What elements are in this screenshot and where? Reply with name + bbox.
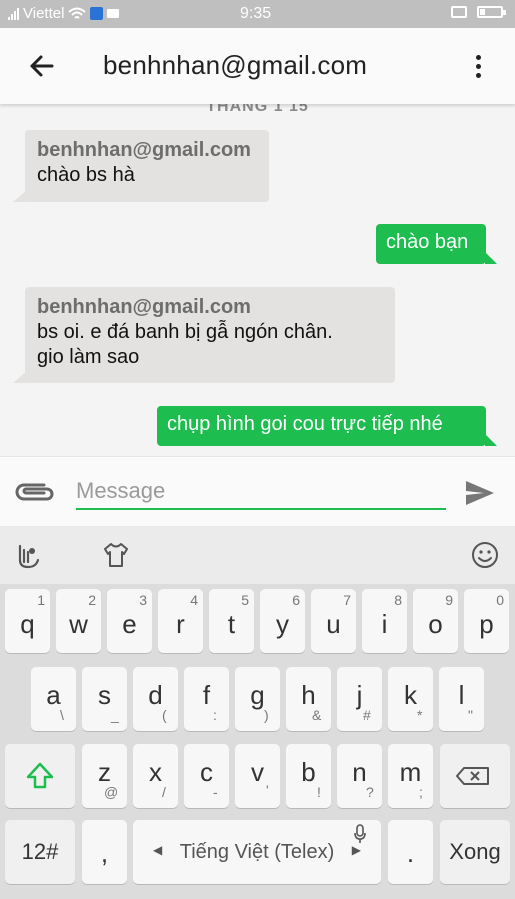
key-x[interactable]: x / <box>133 744 178 808</box>
bubble-tail <box>485 252 497 264</box>
key-v[interactable]: v ' <box>235 744 280 808</box>
shift-arrow-icon <box>26 762 54 789</box>
keyboard-toolbar <box>0 526 515 584</box>
key-b[interactable]: b! <box>286 744 331 808</box>
gesture-icon[interactable] <box>14 540 44 570</box>
chevron-right-icon: ▶ <box>351 843 361 857</box>
date-divider: THÁNG 1 15 <box>206 104 309 115</box>
carrier-name: Viettel <box>23 5 65 22</box>
key-j[interactable]: j # <box>337 667 382 731</box>
wifi-icon <box>68 7 87 19</box>
key-w[interactable]: 2w <box>56 589 101 653</box>
cast-icon <box>451 6 467 18</box>
key-h[interactable]: h & <box>286 667 331 731</box>
microphone-icon <box>354 824 366 843</box>
more-vert-icon[interactable] <box>468 50 488 82</box>
conversation-title: benhnhan@gmail.com <box>103 50 368 80</box>
message-text: gio làm sao <box>37 346 140 368</box>
period-key[interactable]: . <box>388 820 433 884</box>
backspace-icon <box>456 767 489 785</box>
key-a[interactable]: a \ <box>31 667 76 731</box>
numbers-key[interactable]: 12# <box>5 820 75 884</box>
outgoing-message[interactable]: chào bạn <box>376 224 486 264</box>
compose-bar <box>0 456 515 526</box>
keyboard: 1q 2w 3e 4r 5t 6y 7u 8i 9o 0p a \ s _ d( f… <box>0 526 515 899</box>
done-key[interactable]: Xong <box>440 820 510 884</box>
message-text: chụp hình goi cou trực tiếp nhé <box>167 413 443 435</box>
key-m[interactable]: m; <box>388 744 433 808</box>
battery-icon <box>477 6 506 18</box>
space-key[interactable]: ◀ Tiếng Việt (Telex) ▶ <box>133 820 381 884</box>
messenger-notification-icon <box>90 7 104 20</box>
arrow-left-icon[interactable] <box>26 50 58 82</box>
message-text: chào bs hà <box>37 164 135 186</box>
incoming-message[interactable]: benhnhan@gmail.com bs oi. e đá banh bị g… <box>25 287 395 383</box>
key-g[interactable]: g) <box>235 667 280 731</box>
key-f[interactable]: f: <box>184 667 229 731</box>
status-right <box>451 6 506 18</box>
send-icon[interactable] <box>464 479 496 507</box>
message-list[interactable]: THÁNG 1 15 benhnhan@gmail.com chào bs hà… <box>0 104 515 456</box>
screen: Viettel 9:35 benhnhan@gmail.com THÁNG 1 … <box>0 0 515 899</box>
backspace-key[interactable] <box>440 744 510 808</box>
key-c[interactable]: c- <box>184 744 229 808</box>
key-z[interactable]: z @ <box>82 744 127 808</box>
signal-icon <box>8 7 19 20</box>
app-bar: benhnhan@gmail.com <box>0 28 515 104</box>
message-sender: benhnhan@gmail.com <box>37 139 251 161</box>
message-text: chào bạn <box>386 231 469 253</box>
emoji-icon[interactable] <box>470 540 500 570</box>
key-p[interactable]: 0p <box>464 589 509 653</box>
shift-key[interactable] <box>5 744 75 808</box>
shirt-theme-icon[interactable] <box>101 540 131 570</box>
carrier-group: Viettel <box>8 5 120 22</box>
key-q[interactable]: 1q <box>5 589 50 653</box>
bubble-tail <box>485 434 497 446</box>
key-l[interactable]: l " <box>439 667 484 731</box>
outgoing-message[interactable]: chụp hình goi cou trực tiếp nhé <box>157 406 486 446</box>
key-u[interactable]: 7u <box>311 589 356 653</box>
message-sender: benhnhan@gmail.com <box>37 296 251 318</box>
key-i[interactable]: 8i <box>362 589 407 653</box>
key-s[interactable]: s _ <box>82 667 127 731</box>
status-bar: Viettel 9:35 <box>0 0 515 28</box>
comma-key[interactable]: , <box>82 820 127 884</box>
incoming-message[interactable]: benhnhan@gmail.com chào bs hà <box>25 130 269 202</box>
key-d[interactable]: d( <box>133 667 178 731</box>
camera-notification-icon <box>107 9 120 18</box>
key-t[interactable]: 5t <box>209 589 254 653</box>
key-n[interactable]: n? <box>337 744 382 808</box>
message-input[interactable] <box>76 474 446 510</box>
key-e[interactable]: 3e <box>107 589 152 653</box>
clock: 9:35 <box>240 5 272 22</box>
paperclip-icon[interactable] <box>14 479 56 505</box>
key-o[interactable]: 9o <box>413 589 458 653</box>
key-r[interactable]: 4r <box>158 589 203 653</box>
key-k[interactable]: k * <box>388 667 433 731</box>
key-y[interactable]: 6y <box>260 589 305 653</box>
message-text: bs oi. e đá banh bị gẫ ngón chân. <box>37 321 333 343</box>
